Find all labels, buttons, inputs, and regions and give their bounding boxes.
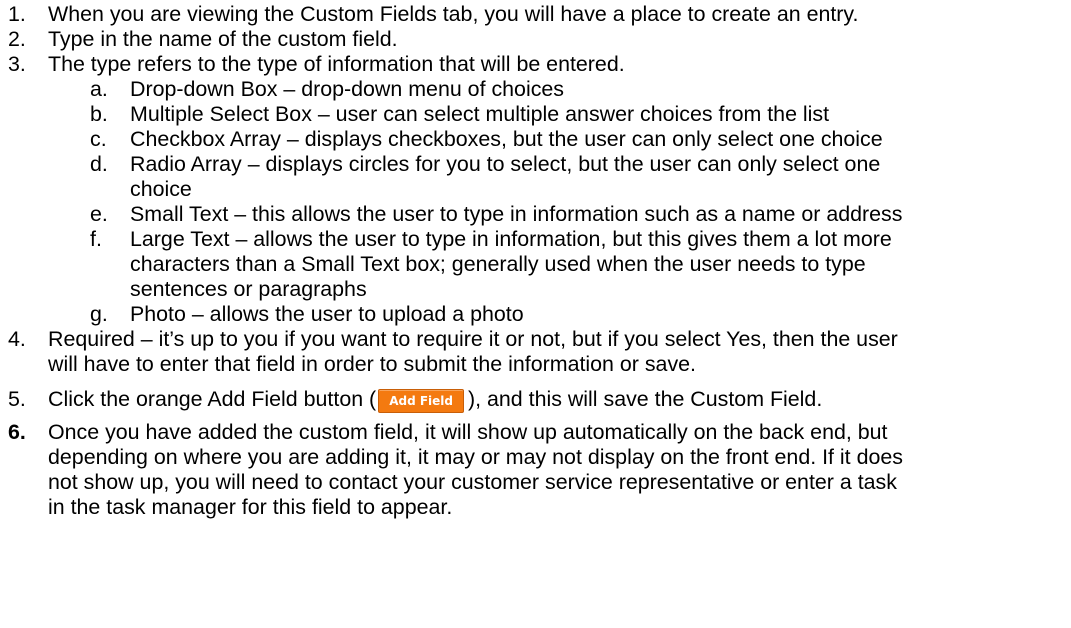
sub-text: characters than a Small Text box; genera… xyxy=(130,252,866,276)
list-number: 5. xyxy=(8,387,26,411)
sub-letter: g. xyxy=(90,302,108,326)
sub-text: Drop-down Box – drop-down menu of choice… xyxy=(130,77,564,101)
add-field-button[interactable]: Add Field xyxy=(378,389,464,413)
list-number: 3. xyxy=(8,52,26,76)
sub-text: Small Text – this allows the user to typ… xyxy=(130,202,903,226)
sub-letter: b. xyxy=(90,102,108,126)
list-text: When you are viewing the Custom Fields t… xyxy=(48,2,859,26)
list-text: The type refers to the type of informati… xyxy=(48,52,625,76)
sub-letter: e. xyxy=(90,202,108,226)
list-number: 2. xyxy=(8,27,26,51)
sub-text: Large Text – allows the user to type in … xyxy=(130,227,892,251)
list-text: not show up, you will need to contact yo… xyxy=(48,470,897,494)
sub-letter: c. xyxy=(90,127,107,151)
list-text: Click the orange Add Field button (Add F… xyxy=(48,387,822,413)
sub-letter: f. xyxy=(90,227,102,251)
list-text: will have to enter that field in order t… xyxy=(48,352,696,376)
sub-text: Photo – allows the user to upload a phot… xyxy=(130,302,524,326)
list-number: 1. xyxy=(8,2,26,26)
list-text: Type in the name of the custom field. xyxy=(48,27,398,51)
sub-text: Multiple Select Box – user can select mu… xyxy=(130,102,830,126)
list-text: Required – it’s up to you if you want to… xyxy=(48,327,898,351)
list-number: 6. xyxy=(8,420,26,444)
list-text: in the task manager for this field to ap… xyxy=(48,495,453,519)
list-number: 4. xyxy=(8,327,26,351)
sub-text: Radio Array – displays circles for you t… xyxy=(130,152,881,176)
sub-letter: d. xyxy=(90,152,108,176)
sub-text: Checkbox Array – displays checkboxes, bu… xyxy=(130,127,883,151)
sub-letter: a. xyxy=(90,77,108,101)
sub-text: choice xyxy=(130,177,192,201)
list-text: depending on where you are adding it, it… xyxy=(48,445,903,469)
list-text-after: ), and this will save the Custom Field. xyxy=(467,387,823,411)
instruction-document: 1. When you are viewing the Custom Field… xyxy=(0,0,1071,628)
list-text-before: Click the orange Add Field button ( xyxy=(48,387,377,411)
list-text: Once you have added the custom field, it… xyxy=(48,420,888,444)
sub-text: sentences or paragraphs xyxy=(130,277,367,301)
